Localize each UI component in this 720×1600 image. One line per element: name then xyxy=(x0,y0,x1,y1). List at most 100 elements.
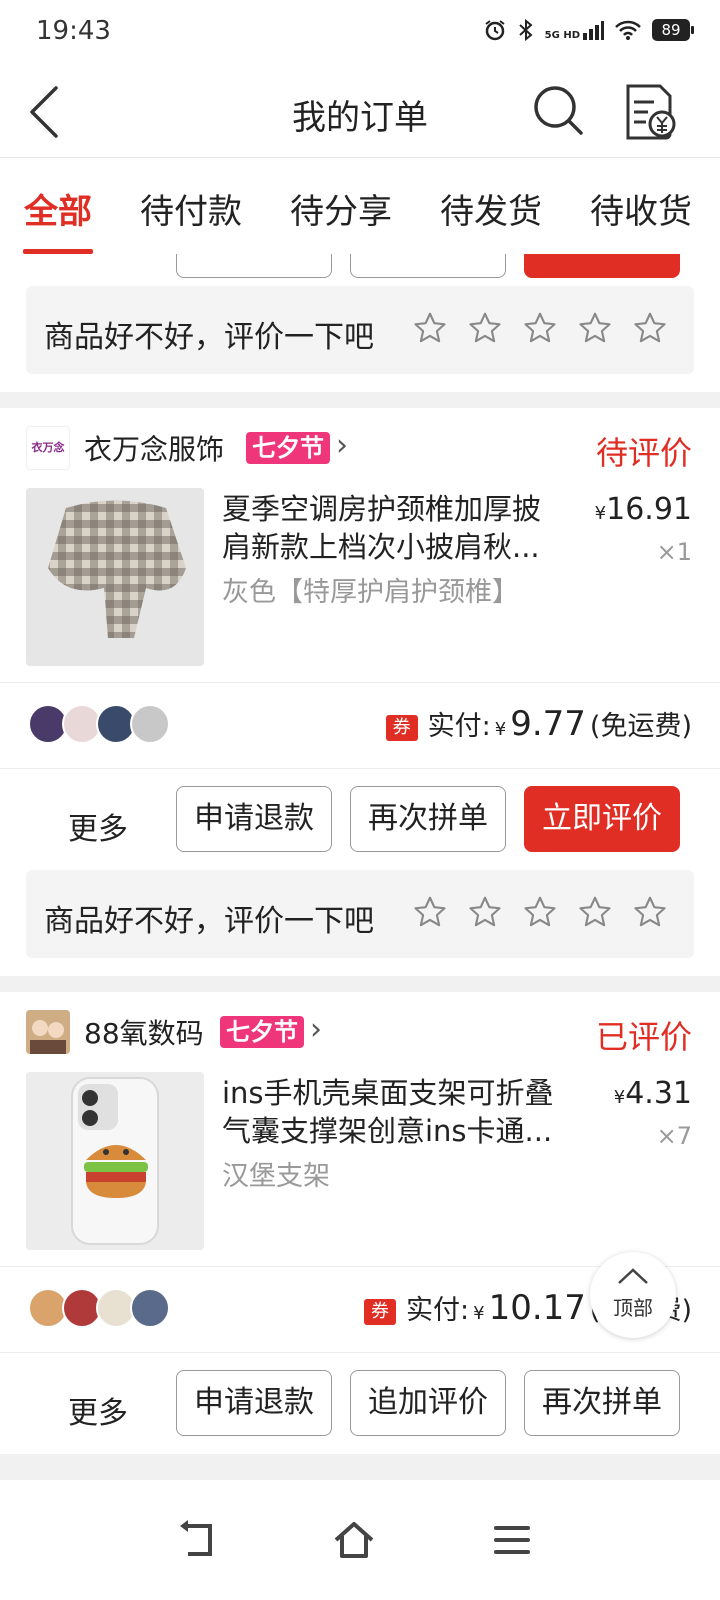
star-icon[interactable] xyxy=(412,894,448,930)
star-icon[interactable] xyxy=(412,310,448,346)
tab-all[interactable]: 全部 xyxy=(0,158,116,254)
status-icons: 5G HD 89 xyxy=(483,18,694,42)
chevron-up-icon xyxy=(618,1268,648,1284)
price-currency: ¥ xyxy=(613,1087,626,1108)
product-title[interactable]: 夏季空调房护颈椎加厚披肩新款上档次小披肩秋... xyxy=(222,490,562,566)
product-quantity: ×7 xyxy=(656,1122,692,1150)
shop-logo[interactable] xyxy=(26,1010,70,1054)
star-icon[interactable] xyxy=(577,310,613,346)
battery-icon: 89 xyxy=(652,19,694,41)
rebuy-button[interactable]: 再次拼单 xyxy=(350,786,506,852)
paid-label: 实付: xyxy=(427,711,491,742)
paid-label: 实付: xyxy=(406,1295,470,1326)
shop-logo[interactable]: 衣万念 xyxy=(26,426,70,470)
tab-pending-share[interactable]: 待分享 xyxy=(266,158,416,254)
bluetooth-icon xyxy=(518,18,533,42)
system-nav-bar xyxy=(0,1480,720,1600)
order-tabs: 全部 待付款 待分享 待发货 待收货 xyxy=(0,158,720,254)
more-button[interactable]: 更多 xyxy=(68,804,128,848)
star-icon[interactable] xyxy=(467,894,503,930)
order-status: 待评价 xyxy=(595,434,692,472)
shop-name[interactable]: 衣万念服饰 xyxy=(84,428,224,468)
order-card-previous: 商品好不好，评价一下吧 xyxy=(0,254,720,392)
status-time: 19:43 xyxy=(36,16,111,46)
nav-header: 我的订单 xyxy=(0,66,720,158)
tab-pending-payment[interactable]: 待付款 xyxy=(116,158,266,254)
rate-prompt-box[interactable]: 商品好不好，评价一下吧 xyxy=(26,870,694,958)
product-quantity: ×1 xyxy=(656,538,692,566)
refund-button[interactable]: 申请退款 xyxy=(176,1370,332,1436)
chevron-right-icon[interactable]: › xyxy=(310,1012,322,1047)
star-icon[interactable] xyxy=(522,310,558,346)
wifi-icon xyxy=(615,20,641,40)
tab-pending-shipment[interactable]: 待发货 xyxy=(416,158,566,254)
shipping-note: (免运费) xyxy=(589,711,692,742)
refund-button[interactable]: 申请退款 xyxy=(176,786,332,852)
order-card: 衣万念 衣万念服饰 七夕节 › 待评价 夏季空调房护颈椎加厚披肩新款上档次小披肩… xyxy=(0,408,720,976)
order-card: 88氧数码 七夕节 › 已评价 ins手机壳桌面支架可折叠气囊支撑架创意ins卡… xyxy=(0,992,720,1454)
chevron-right-icon[interactable]: › xyxy=(336,428,348,463)
signal-icon xyxy=(583,21,604,40)
tab-pending-receipt[interactable]: 待收货 xyxy=(566,158,716,254)
star-icon[interactable] xyxy=(577,894,613,930)
paid-currency: ¥ xyxy=(494,719,507,740)
star-icon[interactable] xyxy=(632,310,668,346)
festival-tag: 七夕节 xyxy=(220,1016,304,1048)
search-icon[interactable] xyxy=(528,80,588,140)
back-nav-icon[interactable] xyxy=(174,1516,222,1564)
group-avatars[interactable] xyxy=(28,704,170,744)
star-icon[interactable] xyxy=(467,310,503,346)
network-label: 5G HD xyxy=(544,30,580,41)
coupon-badge: 券 xyxy=(364,1299,397,1325)
star-icon[interactable] xyxy=(632,894,668,930)
rate-now-button[interactable]: 立即评价 xyxy=(524,786,680,852)
product-price: ¥4.31 xyxy=(614,1076,692,1111)
product-spec: 汉堡支架 xyxy=(222,1161,330,1192)
back-to-top-label: 顶部 xyxy=(613,1296,653,1320)
star-icon[interactable] xyxy=(522,894,558,930)
add-review-button[interactable]: 追加评价 xyxy=(350,1370,506,1436)
paid-amount: 券 实付: ¥ 9.77 (免运费) xyxy=(385,704,692,744)
rating-stars xyxy=(412,894,668,930)
network-indicator: 5G HD xyxy=(545,19,604,41)
previous-button-2[interactable] xyxy=(350,254,506,278)
rebuy-button[interactable]: 再次拼单 xyxy=(524,1370,680,1436)
divider xyxy=(0,1352,720,1353)
status-bar: 19:43 5G HD 89 xyxy=(0,0,720,66)
alarm-icon xyxy=(485,20,505,41)
shawl-image xyxy=(26,488,204,666)
avatar xyxy=(130,1288,170,1328)
avatar xyxy=(130,704,170,744)
rating-stars xyxy=(412,310,668,346)
divider xyxy=(0,768,720,769)
festival-tag: 七夕节 xyxy=(246,432,330,464)
paid-value: 9.77 xyxy=(510,704,586,744)
shop-name[interactable]: 88氧数码 xyxy=(84,1012,204,1052)
shop-logo-image xyxy=(26,1010,70,1054)
shop-logo-text: 衣万念 xyxy=(31,441,65,454)
group-avatars[interactable] xyxy=(28,1288,170,1328)
divider xyxy=(0,682,720,683)
product-spec: 灰色【特厚护肩护颈椎】 xyxy=(222,577,519,608)
previous-button-1[interactable] xyxy=(176,254,332,278)
page-title: 我的订单 xyxy=(292,98,428,138)
product-price: ¥16.91 xyxy=(595,492,692,527)
price-currency: ¥ xyxy=(594,503,607,524)
product-image[interactable] xyxy=(26,1072,204,1250)
more-button[interactable]: 更多 xyxy=(68,1388,128,1432)
price-value: 4.31 xyxy=(625,1076,692,1111)
rate-prompt-text: 商品好不好，评价一下吧 xyxy=(44,904,374,939)
product-image[interactable] xyxy=(26,488,204,666)
phone-case-image xyxy=(26,1072,204,1250)
product-title[interactable]: ins手机壳桌面支架可折叠气囊支撑架创意ins卡通... xyxy=(222,1074,562,1150)
price-value: 16.91 xyxy=(606,492,692,527)
rate-prompt-box[interactable]: 商品好不好，评价一下吧 xyxy=(26,286,694,374)
previous-button-3[interactable] xyxy=(524,254,680,278)
bill-icon[interactable] xyxy=(620,80,680,144)
home-nav-icon[interactable] xyxy=(330,1516,378,1564)
back-to-top-button[interactable]: 顶部 xyxy=(590,1252,676,1338)
menu-nav-icon[interactable] xyxy=(488,1516,536,1564)
rate-prompt-text: 商品好不好，评价一下吧 xyxy=(44,320,374,355)
order-status: 已评价 xyxy=(595,1018,692,1056)
paid-value: 10.17 xyxy=(488,1288,586,1328)
